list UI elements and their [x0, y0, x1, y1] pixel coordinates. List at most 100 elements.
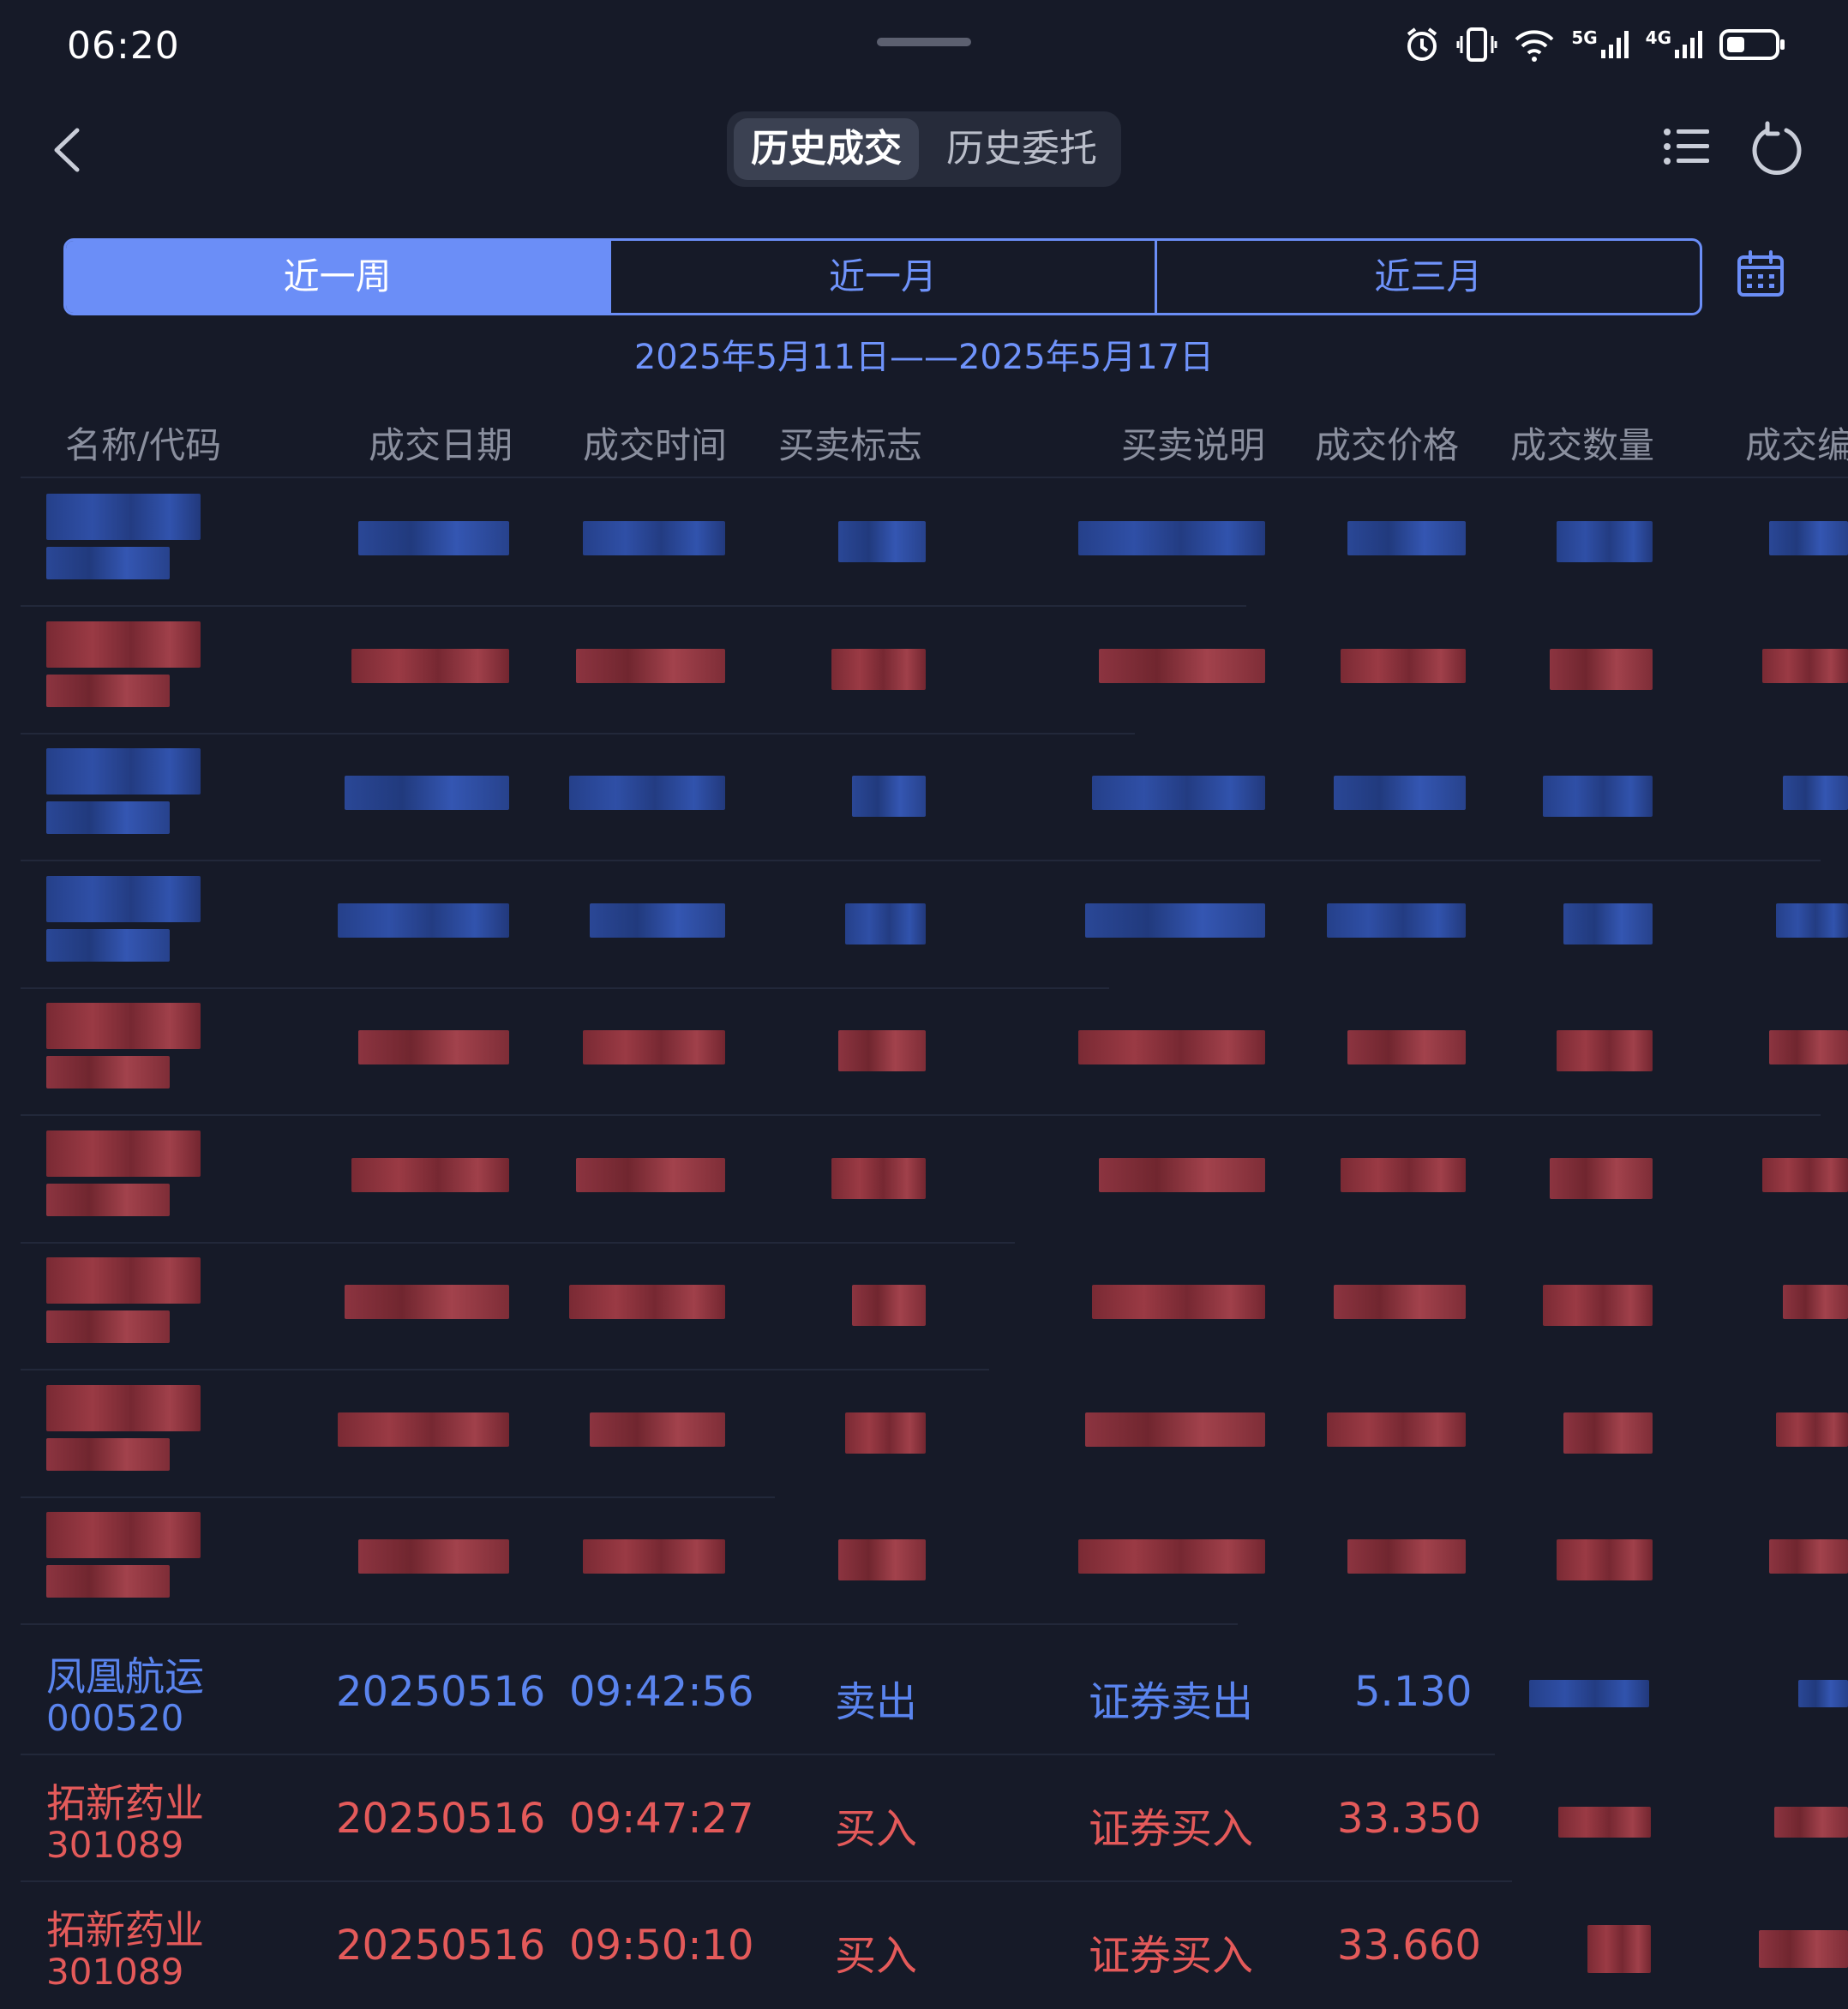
- stock-name: 拓新药业: [46, 1907, 204, 1953]
- period-three-months[interactable]: 近三月: [1157, 241, 1700, 313]
- redacted-code: [46, 929, 170, 962]
- redacted-trade-no: [1774, 1807, 1848, 1838]
- redacted-quantity: [1550, 1158, 1653, 1199]
- table-row[interactable]: [0, 733, 1848, 860]
- redacted-date: [338, 1412, 509, 1447]
- stock-code: 000520: [46, 1697, 184, 1739]
- redacted-quantity: [1587, 1925, 1651, 1973]
- stock-code: 301089: [46, 1951, 184, 1993]
- redacted-date: [338, 903, 509, 938]
- redacted-date: [345, 1285, 509, 1319]
- redacted-trade-no: [1762, 1158, 1848, 1192]
- trade-date: 20250516: [336, 1668, 546, 1716]
- calendar-icon[interactable]: [1735, 249, 1786, 300]
- redacted-name: [46, 876, 201, 922]
- redacted-name: [46, 1003, 201, 1049]
- redacted-name: [46, 748, 201, 795]
- tab-history-trades[interactable]: 历史成交: [734, 118, 919, 180]
- redacted-desc: [1085, 1412, 1265, 1447]
- redacted-desc: [1078, 521, 1265, 555]
- table-row[interactable]: [0, 478, 1848, 605]
- redacted-side: [838, 521, 926, 562]
- redacted-trade-no: [1762, 649, 1848, 683]
- redacted-trade-no: [1776, 1412, 1848, 1447]
- status-time: 06:20: [67, 24, 180, 68]
- redacted-desc: [1078, 1539, 1265, 1574]
- col-quantity[interactable]: 成交数量: [1510, 417, 1654, 469]
- redacted-code: [46, 801, 170, 834]
- tab-history-orders[interactable]: 历史委托: [929, 118, 1114, 180]
- redacted-time: [576, 1158, 725, 1192]
- table-row[interactable]: [0, 1496, 1848, 1623]
- table-row[interactable]: [0, 1115, 1848, 1242]
- wifi-icon: [1515, 30, 1554, 62]
- redacted-price: [1347, 1539, 1466, 1574]
- redacted-price: [1341, 1158, 1466, 1192]
- redacted-time: [583, 1030, 725, 1064]
- row-divider: [21, 1623, 1238, 1625]
- redacted-date: [358, 521, 509, 555]
- trade-side: 买入: [835, 1805, 918, 1853]
- drag-handle[interactable]: [877, 38, 971, 46]
- back-arrow-icon[interactable]: [45, 120, 93, 180]
- redacted-quantity: [1557, 1030, 1653, 1071]
- col-side[interactable]: 买卖标志: [778, 417, 922, 469]
- vibrate-icon: [1456, 27, 1497, 62]
- redacted-side: [831, 1158, 926, 1199]
- redacted-quantity: [1557, 521, 1653, 562]
- redacted-time: [590, 903, 725, 938]
- redacted-side: [838, 1539, 926, 1580]
- redacted-code: [46, 547, 170, 579]
- redacted-time: [583, 1539, 725, 1574]
- trade-time: 09:42:56: [569, 1668, 754, 1716]
- table-header: 名称/代码 成交日期 成交时间 买卖标志 买卖说明 成交价格 成交数量 成交编: [0, 417, 1848, 477]
- stock-name: 拓新药业: [46, 1780, 204, 1826]
- trade-desc: 证券买入: [1089, 1805, 1254, 1853]
- col-trade-no[interactable]: 成交编: [1745, 417, 1848, 469]
- col-time[interactable]: 成交时间: [583, 417, 727, 469]
- redacted-trade-no: [1798, 1680, 1848, 1707]
- table-row[interactable]: 凤凰航运 000520 20250516 09:42:56 卖出 证券卖出 5.…: [0, 1628, 1848, 1755]
- redacted-trade-no: [1769, 1539, 1848, 1574]
- redacted-time: [583, 521, 725, 555]
- redacted-desc: [1078, 1030, 1265, 1064]
- redacted-desc: [1092, 1285, 1265, 1319]
- redacted-name: [46, 1512, 201, 1558]
- redacted-name: [46, 494, 201, 540]
- redacted-desc: [1099, 649, 1265, 683]
- redacted-name: [46, 1130, 201, 1177]
- redacted-time: [569, 1285, 725, 1319]
- period-week[interactable]: 近一周: [66, 241, 612, 313]
- redacted-time: [590, 1412, 725, 1447]
- col-desc[interactable]: 买卖说明: [1121, 417, 1265, 469]
- trade-time: 09:50:10: [569, 1922, 754, 1970]
- col-price[interactable]: 成交价格: [1315, 417, 1459, 469]
- table-row[interactable]: 拓新药业 301089 20250516 09:47:27 买入 证券买入 33…: [0, 1755, 1848, 1882]
- trade-date: 20250516: [336, 1922, 546, 1970]
- trade-price: 33.660: [1337, 1922, 1481, 1970]
- redacted-code: [46, 1565, 170, 1598]
- redacted-date: [358, 1539, 509, 1574]
- table-row[interactable]: [0, 987, 1848, 1114]
- period-month[interactable]: 近一月: [611, 241, 1157, 313]
- table-row[interactable]: [0, 861, 1848, 987]
- col-date[interactable]: 成交日期: [369, 417, 513, 469]
- redacted-date: [358, 1030, 509, 1064]
- stock-name: 凤凰航运: [46, 1653, 204, 1700]
- table-row[interactable]: [0, 1370, 1848, 1496]
- redacted-side: [852, 1285, 926, 1326]
- list-menu-icon[interactable]: [1663, 125, 1709, 168]
- table-row[interactable]: 拓新药业 301089 20250516 09:50:10 买入 证券买入 33…: [0, 1882, 1848, 2009]
- redacted-name: [46, 1385, 201, 1431]
- table-row[interactable]: [0, 606, 1848, 733]
- signal-5g-icon: 5G: [1571, 29, 1629, 60]
- redacted-desc: [1085, 903, 1265, 938]
- trade-desc: 证券卖出: [1089, 1678, 1254, 1726]
- redacted-code: [46, 1056, 170, 1088]
- date-range: 2025年5月11日——2025年5月17日: [633, 338, 1215, 377]
- redacted-trade-no: [1769, 1030, 1848, 1064]
- trade-desc: 证券买入: [1089, 1932, 1254, 1980]
- col-name[interactable]: 名称/代码: [65, 417, 221, 469]
- refresh-icon[interactable]: [1749, 120, 1805, 177]
- table-row[interactable]: [0, 1242, 1848, 1369]
